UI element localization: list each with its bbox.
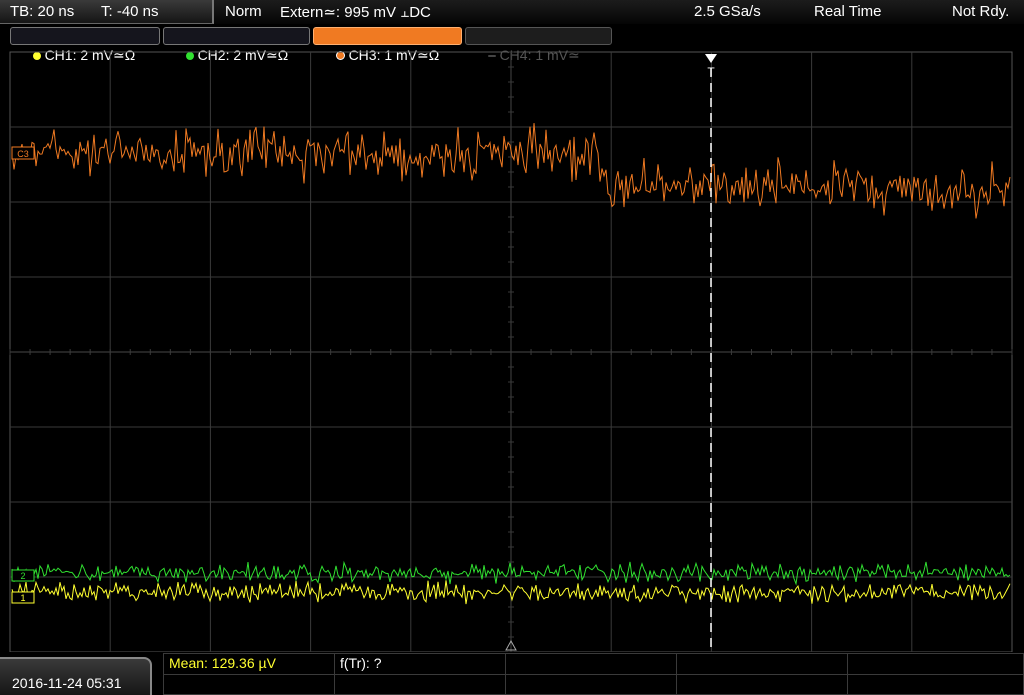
- status-bar: TB: 20 ns T: -40 ns Norm Extern≃: 995 mV…: [0, 0, 1024, 24]
- waveform-display[interactable]: T C3 2 1: [0, 48, 1024, 652]
- waveform-canvas[interactable]: T C3 2 1: [0, 48, 1024, 652]
- meas-cell-8[interactable]: [505, 674, 677, 695]
- tab-ch3[interactable]: CH3: 1 mV≃Ω: [313, 27, 462, 63]
- graticule: [9, 51, 1013, 652]
- trigger-status: Not Rdy.: [952, 3, 1010, 20]
- meas-cell-6[interactable]: [163, 674, 335, 695]
- ch3-offset-marker[interactable]: C3: [11, 146, 35, 160]
- measurement-rise-freq: f(Tr): ?: [340, 655, 382, 671]
- acquisition-mode[interactable]: Norm: [225, 3, 262, 20]
- measurement-mean: Mean: 129.36 µV: [169, 655, 276, 671]
- tab-ch2[interactable]: CH2: 2 mV≃Ω: [163, 27, 310, 63]
- timebase-box[interactable]: TB: 20 ns T: -40 ns: [0, 0, 214, 24]
- trigger-marker-label: T: [707, 65, 715, 79]
- tab-ch4[interactable]: CH4: 1 mV≃: [465, 27, 612, 63]
- trigger-time-label[interactable]: T: -40 ns: [101, 3, 159, 20]
- trigger-arrow-icon[interactable]: [705, 54, 717, 63]
- timebase-label[interactable]: TB: 20 ns: [10, 3, 74, 20]
- trigger-source[interactable]: Extern≃: 995 mV ⫠DC: [280, 3, 431, 21]
- ch1-offset-marker[interactable]: 1: [11, 591, 35, 604]
- ch3-marker-label: C3: [17, 149, 29, 159]
- meas-cell-9[interactable]: [676, 674, 848, 695]
- channel-bar: CH1: 2 mV≃Ω CH2: 2 mV≃Ω CH3: 1 mV≃Ω CH4:…: [0, 24, 1024, 63]
- ch2-offset-marker[interactable]: 2: [11, 569, 35, 582]
- date-box: 2016-11-24 05:31: [0, 657, 152, 695]
- meas-cell-3[interactable]: [505, 653, 677, 675]
- acquisition-type[interactable]: Real Time: [814, 3, 882, 20]
- sample-rate[interactable]: 2.5 GSa/s: [694, 3, 761, 20]
- meas-cell-10[interactable]: [847, 674, 1024, 695]
- meas-cell-4[interactable]: [676, 653, 848, 675]
- ch2-marker-label: 2: [20, 571, 25, 581]
- ch1-marker-label: 1: [20, 593, 25, 603]
- tab-ch1[interactable]: CH1: 2 mV≃Ω: [10, 27, 160, 63]
- meas-cell-7[interactable]: [334, 674, 506, 695]
- datetime-label: 2016-11-24 05:31: [12, 675, 122, 691]
- meas-cell-5[interactable]: [847, 653, 1024, 675]
- measurement-table[interactable]: Mean: 129.36 µV f(Tr): ?: [163, 653, 1024, 695]
